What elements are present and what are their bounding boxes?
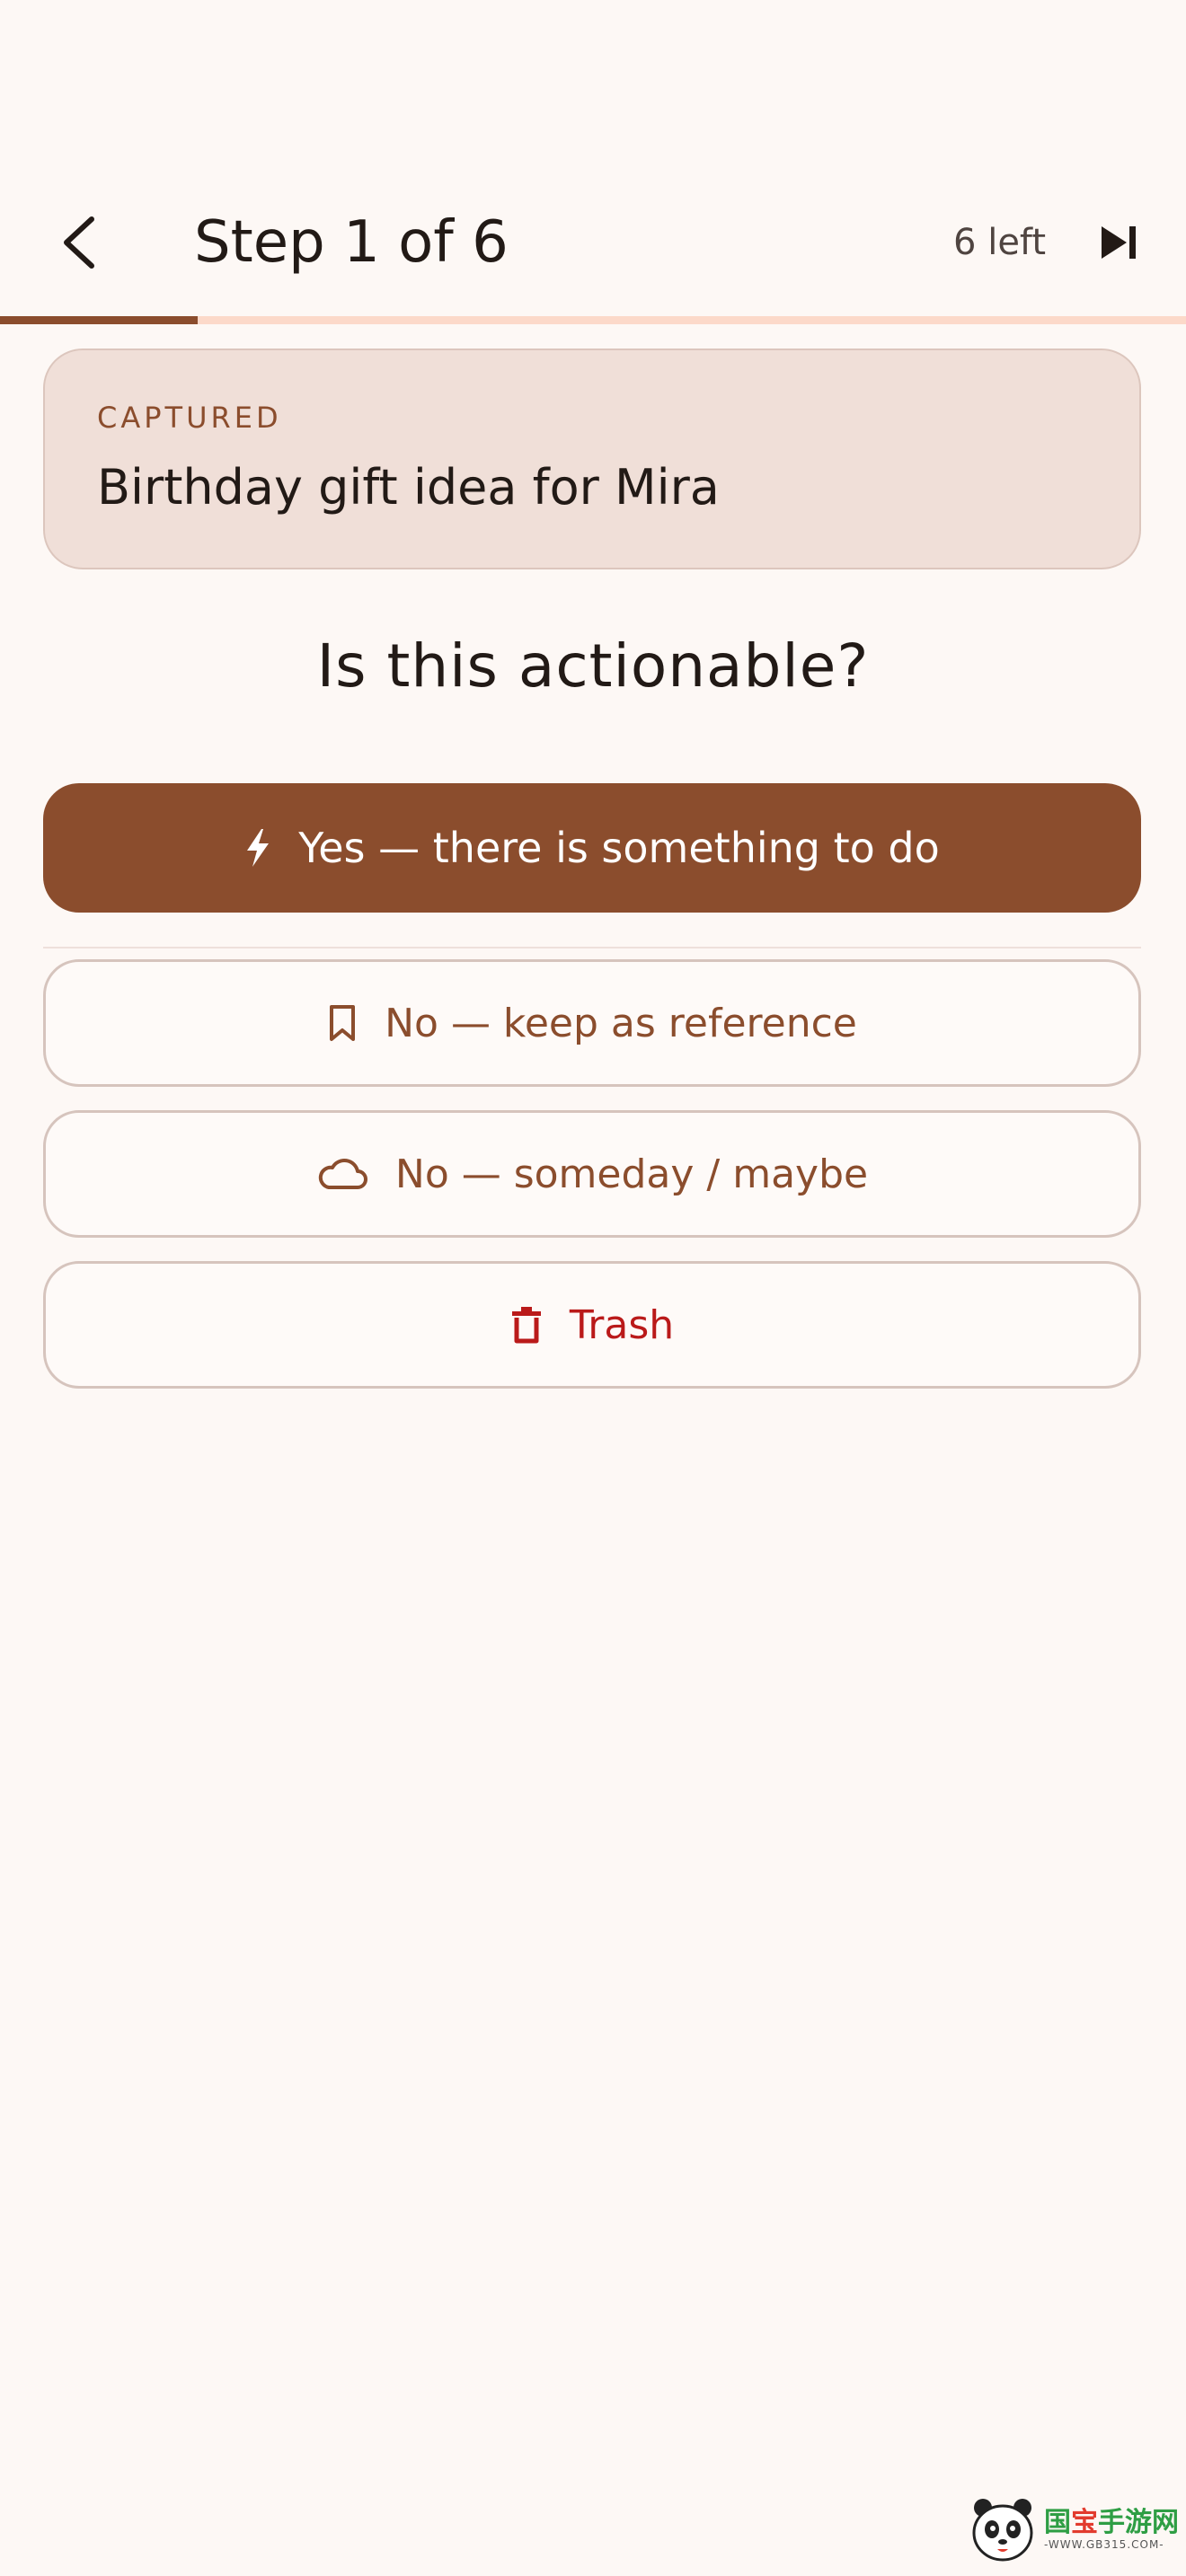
yes-actionable-label: Yes — there is something to do [298,824,940,872]
chevron-left-icon [64,216,94,269]
divider [43,947,1141,948]
someday-maybe-button[interactable]: No — someday / maybe [43,1110,1141,1238]
page-title: Step 1 of 6 [194,209,509,276]
watermark-text-rest: 手游网 [1098,2507,1179,2538]
skip-button[interactable] [1080,203,1159,282]
remaining-count: 6 left [953,222,1046,263]
skip-next-icon [1102,226,1136,259]
watermark-logo: 国宝手游网 -WWW.GB315.COM- [967,2492,1179,2567]
cloud-icon [316,1157,368,1191]
top-app-bar: Step 1 of 6 6 left [0,180,1186,305]
captured-item-card: CAPTURED Birthday gift idea for Mira [43,348,1141,569]
watermark-text-red: 宝 [1071,2507,1098,2538]
panda-icon [972,2499,1033,2562]
bookmark-icon [327,1003,358,1043]
question-heading: Is this actionable? [316,631,870,701]
progress-bar [0,316,1186,324]
captured-label: CAPTURED [97,401,282,435]
watermark-subtext: -WWW.GB315.COM- [1044,2538,1164,2551]
captured-text: Birthday gift idea for Mira [97,459,720,516]
watermark-text-green: 国 [1044,2507,1071,2538]
keep-reference-button[interactable]: No — keep as reference [43,959,1141,1087]
trash-icon [510,1305,543,1345]
keep-reference-label: No — keep as reference [385,1000,857,1046]
back-button[interactable] [40,203,119,282]
bolt-icon [244,827,271,869]
trash-label: Trash [569,1301,675,1348]
app-screen: Step 1 of 6 6 left CAPTURED Birthday gif… [0,0,1186,2576]
yes-actionable-button[interactable]: Yes — there is something to do [43,783,1141,913]
trash-button[interactable]: Trash [43,1261,1141,1389]
someday-maybe-label: No — someday / maybe [394,1151,869,1197]
progress-bar-fill [0,316,198,324]
